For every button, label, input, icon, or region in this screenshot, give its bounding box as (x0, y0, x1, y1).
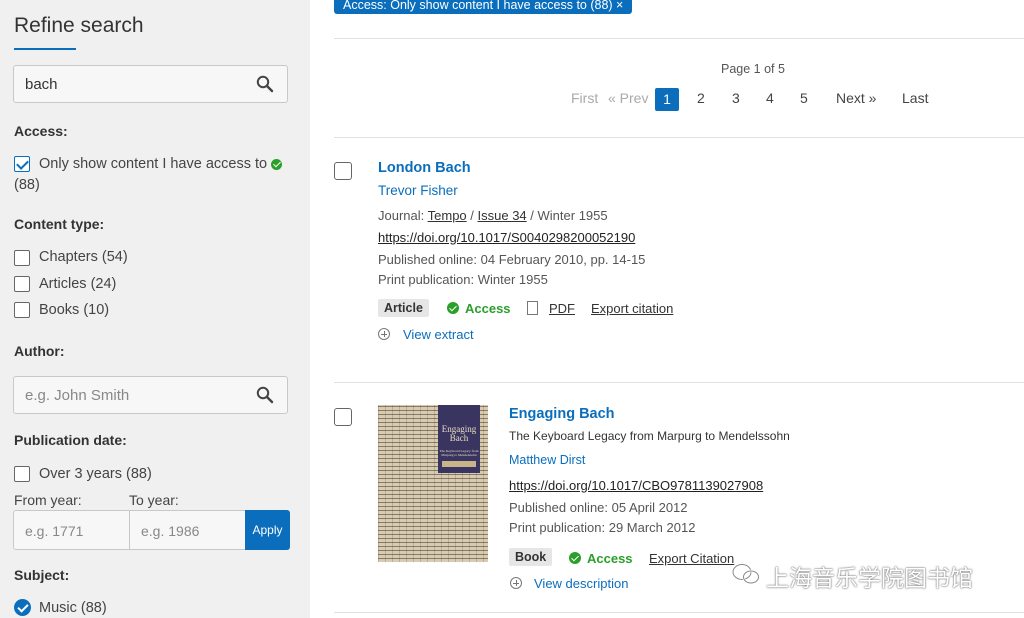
journal-suffix: / Winter 1955 (530, 208, 608, 223)
result-select-checkbox[interactable] (334, 408, 352, 426)
to-year-placeholder: e.g. 1986 (141, 523, 200, 539)
view-description-link[interactable]: View description (534, 576, 628, 591)
pagination-next[interactable]: Next » (836, 90, 876, 106)
from-year-label: From year: (14, 492, 82, 508)
export-citation-link[interactable]: Export citation (591, 301, 673, 316)
articles-option-label[interactable]: Articles (24) (39, 276, 116, 292)
result-author-link[interactable]: Trevor Fisher (378, 183, 458, 198)
search-icon[interactable] (256, 386, 274, 404)
expand-icon[interactable] (378, 328, 390, 340)
book-cover-image[interactable]: Engaging Bach The Keyboard Legacy from M… (378, 405, 488, 562)
articles-checkbox[interactable] (14, 276, 30, 292)
books-checkbox[interactable] (14, 302, 30, 318)
pagination-first[interactable]: First (571, 90, 598, 106)
from-year-placeholder: e.g. 1771 (25, 523, 84, 539)
apply-button[interactable]: Apply (245, 510, 290, 550)
music-checkbox[interactable] (14, 599, 31, 616)
doi-link[interactable]: https://doi.org/10.1017/S004029820005219… (378, 230, 635, 245)
active-filter-chip[interactable]: Access: Only show content I have access … (334, 0, 633, 14)
title-underline (14, 48, 76, 50)
result-select-checkbox[interactable] (334, 162, 352, 180)
pdf-link[interactable]: PDF (549, 301, 575, 316)
result-subtitle: The Keyboard Legacy from Marpurg to Mend… (509, 429, 790, 443)
result-author-link[interactable]: Matthew Dirst (509, 453, 585, 467)
search-input-value: bach (25, 76, 58, 93)
journal-prefix: Journal: (378, 208, 425, 223)
result-title-link[interactable]: London Bach (378, 160, 471, 176)
pagination-page-2[interactable]: 2 (697, 90, 705, 106)
over-3-years-label[interactable]: Over 3 years (88) (39, 466, 152, 482)
view-extract-link[interactable]: View extract (403, 327, 474, 342)
issue-link[interactable]: Issue 34 (478, 208, 527, 223)
divider (334, 38, 1024, 39)
author-input-placeholder: e.g. John Smith (25, 387, 130, 404)
access-label: Access (465, 301, 511, 316)
divider (334, 137, 1024, 138)
page-info: Page 1 of 5 (721, 62, 785, 76)
expand-icon[interactable] (510, 577, 522, 589)
to-year-label: To year: (129, 492, 179, 508)
music-option-label[interactable]: Music (88) (39, 600, 107, 616)
published-online: Published online: 04 February 2010, pp. … (378, 252, 646, 267)
access-checkbox[interactable] (14, 156, 30, 172)
content-type-heading: Content type: (14, 216, 105, 232)
divider (334, 612, 1024, 613)
pagination-last[interactable]: Last (902, 90, 928, 106)
access-check-icon (447, 302, 459, 314)
cover-title: Engaging Bach (441, 424, 477, 443)
divider (334, 382, 1024, 383)
wechat-icon (731, 563, 760, 585)
pagination-prev[interactable]: « Prev (608, 90, 648, 106)
access-heading: Access: (14, 123, 68, 139)
author-heading: Author: (14, 343, 65, 359)
watermark-text: 上海音乐学院图书馆 (766, 566, 973, 592)
access-option-label: Only show content I have access to (39, 156, 268, 172)
published-online: Published online: 05 April 2012 (509, 500, 688, 515)
access-check-icon (569, 552, 581, 564)
access-option[interactable]: Only show content I have access to (39, 156, 283, 172)
to-year-input[interactable]: e.g. 1986 (129, 510, 246, 550)
print-publication: Print publication: Winter 1955 (378, 272, 548, 287)
cover-title-panel: Engaging Bach The Keyboard Legacy from M… (438, 405, 480, 473)
sidebar-title: Refine search (14, 14, 144, 37)
result-title-link[interactable]: Engaging Bach (509, 406, 615, 422)
access-indicator: Access (447, 301, 511, 316)
access-label: Access (587, 551, 633, 566)
access-check-icon (271, 158, 283, 170)
type-badge: Article (378, 299, 429, 317)
pdf-icon[interactable] (527, 301, 538, 315)
pagination-page-3[interactable]: 3 (732, 90, 740, 106)
pagination-current-page[interactable]: 1 (655, 88, 679, 111)
from-year-input[interactable]: e.g. 1771 (13, 510, 130, 550)
access-option-count: (88) (14, 177, 40, 193)
pagination-page-5[interactable]: 5 (800, 90, 808, 106)
books-option-label[interactable]: Books (10) (39, 302, 109, 318)
over-3-years-checkbox[interactable] (14, 466, 30, 482)
access-indicator: Access (569, 551, 633, 566)
refine-sidebar: Refine search bach Access: Only show con… (0, 0, 310, 618)
print-publication: Print publication: 29 March 2012 (509, 520, 696, 535)
export-citation-link[interactable]: Export Citation (649, 551, 734, 566)
pagination-page-4[interactable]: 4 (766, 90, 774, 106)
result-journal-line: Journal: Tempo / Issue 34 / Winter 1955 (378, 208, 608, 223)
doi-link[interactable]: https://doi.org/10.1017/CBO9781139027908 (509, 478, 763, 493)
publication-date-heading: Publication date: (14, 432, 127, 448)
author-input[interactable]: e.g. John Smith (13, 376, 288, 414)
search-icon[interactable] (256, 75, 274, 93)
journal-link[interactable]: Tempo (428, 208, 467, 223)
chapters-option-label[interactable]: Chapters (54) (39, 249, 128, 265)
chapters-checkbox[interactable] (14, 250, 30, 266)
cover-subtitle: The Keyboard Legacy from Marpurg to Mend… (439, 449, 479, 457)
search-input[interactable]: bach (13, 65, 288, 103)
type-badge: Book (509, 548, 553, 566)
subject-heading: Subject: (14, 567, 70, 583)
